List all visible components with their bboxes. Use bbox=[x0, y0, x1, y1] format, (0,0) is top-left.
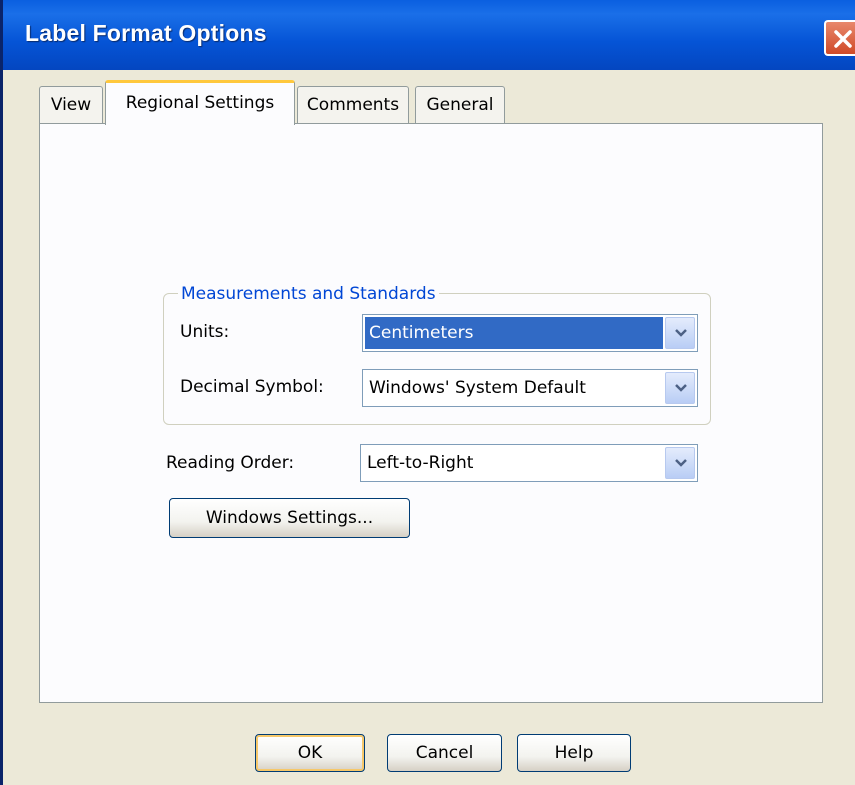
reading-order-value: Left-to-Right bbox=[367, 453, 474, 473]
decimal-symbol-dropdown-button[interactable] bbox=[665, 372, 695, 404]
cancel-button[interactable]: Cancel bbox=[387, 734, 502, 772]
reading-order-dropdown[interactable]: Left-to-Right bbox=[360, 444, 698, 482]
chevron-down-icon bbox=[675, 459, 687, 467]
decimal-symbol-value: Windows' System Default bbox=[369, 378, 586, 398]
units-label: Units: bbox=[180, 322, 230, 342]
decimal-symbol-dropdown[interactable]: Windows' System Default bbox=[362, 369, 698, 407]
tab-general[interactable]: General bbox=[415, 86, 505, 124]
help-button[interactable]: Help bbox=[517, 734, 631, 772]
chevron-down-icon bbox=[675, 384, 687, 392]
groupbox-title: Measurements and Standards bbox=[178, 284, 439, 304]
decimal-symbol-label: Decimal Symbol: bbox=[180, 377, 324, 397]
tab-comments[interactable]: Comments bbox=[297, 86, 409, 124]
units-value: Centimeters bbox=[365, 317, 663, 349]
ok-button[interactable]: OK bbox=[255, 734, 365, 772]
tab-view[interactable]: View bbox=[39, 86, 103, 124]
close-icon bbox=[834, 30, 852, 48]
units-dropdown-button[interactable] bbox=[665, 317, 695, 349]
window-title: Label Format Options bbox=[25, 20, 267, 46]
windows-settings-button[interactable]: Windows Settings... bbox=[169, 498, 410, 538]
reading-order-dropdown-button[interactable] bbox=[665, 447, 695, 479]
units-dropdown[interactable]: Centimeters bbox=[362, 314, 698, 352]
dialog-window: Label Format Options View Regional Setti… bbox=[0, 0, 855, 785]
reading-order-label: Reading Order: bbox=[166, 453, 295, 473]
tab-regional-settings[interactable]: Regional Settings bbox=[105, 80, 295, 125]
close-button[interactable] bbox=[824, 20, 855, 56]
chevron-down-icon bbox=[675, 329, 687, 337]
title-bar[interactable]: Label Format Options bbox=[3, 0, 855, 70]
